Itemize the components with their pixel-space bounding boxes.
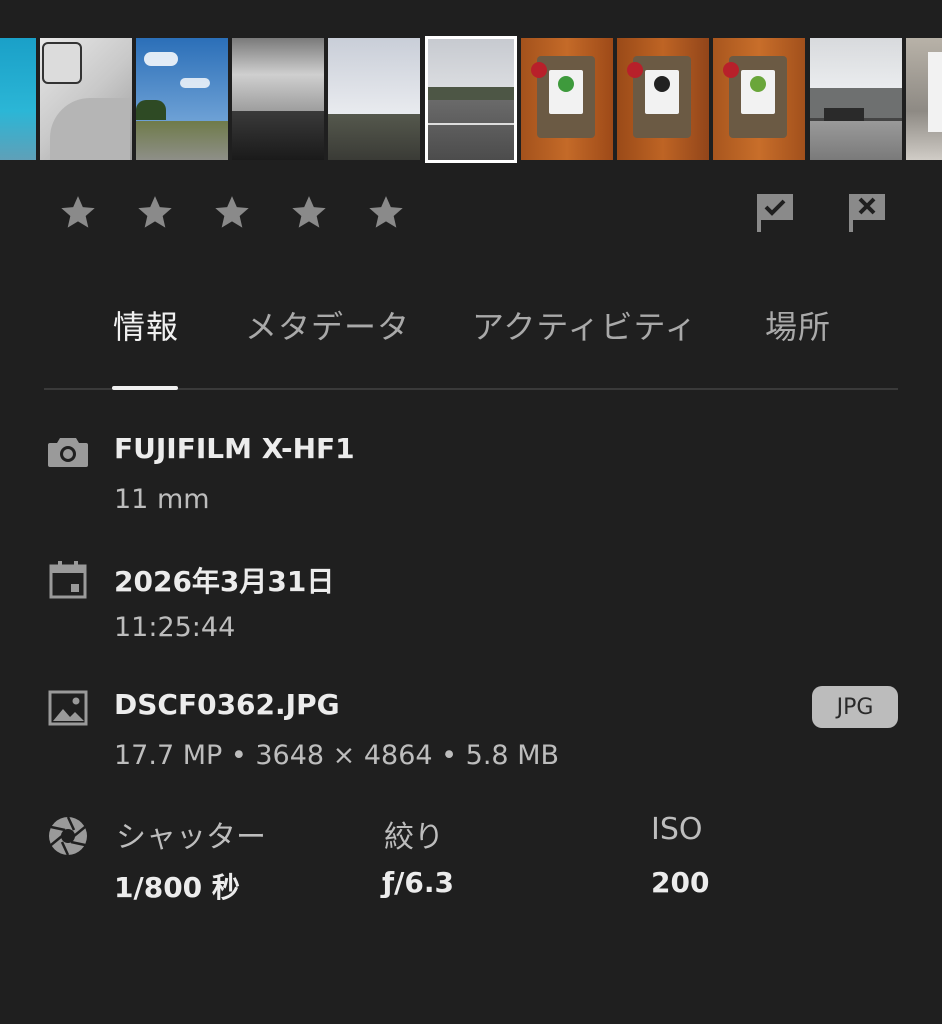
active-tab-indicator — [112, 386, 178, 390]
calendar-icon — [46, 558, 90, 602]
reject-flag-button[interactable] — [843, 188, 891, 236]
star-3[interactable] — [210, 190, 254, 234]
filmstrip[interactable] — [0, 34, 942, 164]
thumbnail[interactable] — [713, 38, 805, 160]
tab-activity[interactable]: アクティビティ — [472, 302, 698, 348]
thumbnail[interactable] — [521, 38, 613, 160]
thumbnail-selected[interactable] — [425, 36, 517, 163]
iso-label: ISO — [651, 812, 703, 847]
iso-value: 200 — [651, 866, 710, 899]
star-icon — [369, 196, 403, 228]
shutter-value: 1/800 秒 — [114, 871, 240, 904]
thumbnail[interactable] — [328, 38, 420, 160]
capture-time: 11:25:44 — [114, 612, 236, 643]
star-icon — [292, 196, 326, 228]
camera-model: FUJIFILM X-HF1 — [114, 432, 355, 465]
pick-flag-button[interactable] — [751, 188, 799, 236]
thumbnail[interactable] — [906, 38, 942, 160]
star-rating[interactable] — [56, 190, 441, 234]
star-icon — [215, 196, 249, 228]
tab-bar: 情報 メタデータ アクティビティ 場所 — [44, 290, 898, 390]
thumbnail[interactable] — [0, 38, 36, 160]
aperture-icon — [46, 814, 90, 858]
aperture-label: 絞り — [384, 820, 444, 855]
flag-x-icon — [849, 194, 885, 232]
file-name: DSCF0362.JPG — [114, 688, 340, 721]
star-4[interactable] — [287, 190, 331, 234]
image-icon — [46, 686, 90, 730]
camera-icon — [46, 430, 90, 474]
shutter-label: シャッター — [116, 820, 266, 855]
aperture-value: ƒ/6.3 — [382, 866, 455, 899]
thumbnail[interactable] — [40, 38, 132, 160]
file-details: 17.7 MP • 3648 × 4864 • 5.8 MB — [114, 740, 560, 771]
star-2[interactable] — [133, 190, 177, 234]
star-5[interactable] — [364, 190, 408, 234]
star-1[interactable] — [56, 190, 100, 234]
tab-info[interactable]: 情報 — [113, 302, 179, 348]
thumbnail[interactable] — [810, 38, 902, 160]
thumbnail[interactable] — [232, 38, 324, 160]
flag-check-icon — [757, 194, 793, 232]
tab-location[interactable]: 場所 — [765, 302, 831, 348]
thumbnail[interactable] — [136, 38, 228, 160]
focal-length: 11 mm — [114, 484, 210, 515]
star-icon — [138, 196, 172, 228]
star-icon — [61, 196, 95, 228]
thumbnail[interactable] — [617, 38, 709, 160]
format-badge: JPG — [812, 686, 898, 728]
capture-date: 2026年3月31日 — [114, 565, 335, 598]
tab-metadata[interactable]: メタデータ — [245, 302, 410, 348]
